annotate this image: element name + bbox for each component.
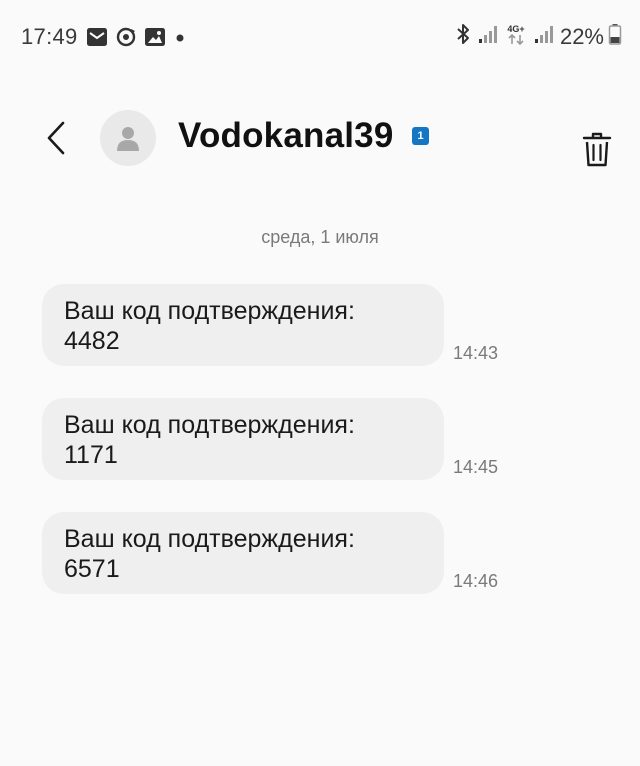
status-system-icons: 4G+ 22% <box>454 22 622 51</box>
contact-name[interactable]: Vodokanal39 <box>178 116 394 156</box>
back-button[interactable] <box>36 114 76 162</box>
message-text: Ваш код подтверждения: 6571 <box>64 525 355 583</box>
gallery-icon <box>144 26 166 53</box>
gmail-icon <box>86 26 108 53</box>
network-4g-plus-icon: 4G+ <box>504 22 528 51</box>
signal-icon <box>534 22 554 51</box>
status-time: 17:49 <box>21 24 78 49</box>
trash-icon <box>582 132 612 167</box>
sim-badge: 1 <box>412 127 429 145</box>
person-icon <box>117 127 139 151</box>
bluetooth-icon <box>454 22 472 51</box>
message-row: Ваш код подтверждения: 1171 14:45 <box>42 398 522 480</box>
message-row: Ваш код подтверждения: 4482 14:43 <box>42 284 522 366</box>
message-bubble[interactable]: Ваш код подтверждения: 6571 <box>42 512 444 594</box>
message-text: Ваш код подтверждения: 1171 <box>64 411 355 469</box>
delete-button[interactable] <box>576 128 618 172</box>
message-bubble[interactable]: Ваш код подтверждения: 4482 <box>42 284 444 366</box>
conversation-header: Vodokanal39 1 <box>0 96 640 180</box>
notification-dot-icon <box>173 26 187 53</box>
signal-icon <box>478 22 498 51</box>
back-chevron-icon <box>47 121 65 155</box>
network-label: 4G+ <box>507 24 524 34</box>
message-time: 14:46 <box>453 571 499 591</box>
message-text: Ваш код подтверждения: 4482 <box>64 297 355 355</box>
message-bubble[interactable]: Ваш код подтверждения: 1171 <box>42 398 444 480</box>
battery-percent: 22% <box>559 23 604 49</box>
message-time: 14:45 <box>453 457 499 477</box>
status-bar: 17:49 4G+ 22% <box>0 0 640 76</box>
battery-icon <box>608 22 622 51</box>
avatar[interactable] <box>100 110 156 166</box>
message-time: 14:43 <box>453 343 499 363</box>
status-notification-icons <box>86 26 194 53</box>
date-separator: среда, 1 июля <box>261 227 379 247</box>
message-row: Ваш код подтверждения: 6571 14:46 <box>42 512 522 594</box>
sync-icon <box>115 26 137 53</box>
